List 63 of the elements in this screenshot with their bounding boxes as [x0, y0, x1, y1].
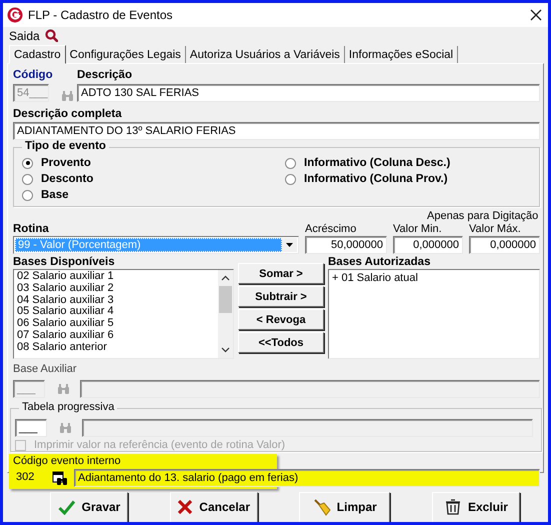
- radio-button[interactable]: [285, 174, 296, 184]
- list-item[interactable]: 05 Salario auxiliar 4: [17, 306, 215, 318]
- field-label: Valor Min.: [393, 223, 443, 236]
- group-title: Tipo de evento: [22, 140, 109, 153]
- available-bases-list[interactable]: 02 Salario auxiliar 1 03 Salario auxiliar 2 04 Salario auxiliar 3 05 Salario auxiliar 4 06 Salario auxiliar 5 07 Salario auxiliar 6 08 Salario anterior: [13, 269, 234, 359]
- radio-button[interactable]: [22, 190, 33, 200]
- list-item[interactable]: 04 Salario auxiliar 3: [17, 294, 215, 306]
- field-label: Acréscimo: [305, 223, 358, 236]
- list-label: Bases Disponíveis: [13, 256, 116, 269]
- tab[interactable]: Cadastro: [9, 45, 66, 64]
- trash-icon: [444, 498, 462, 516]
- transfer-button[interactable]: Subtrair >: [238, 286, 324, 307]
- list-item[interactable]: + 01 Salario atual: [332, 273, 536, 285]
- broom-icon: [312, 498, 331, 516]
- transfer-button[interactable]: Somar >: [238, 263, 324, 284]
- close-icon[interactable]: [530, 9, 542, 21]
- list-item[interactable]: 06 Salario auxiliar 5: [17, 318, 215, 330]
- field-label: Valor Máx.: [469, 223, 522, 236]
- x-icon: [177, 499, 194, 515]
- list-item[interactable]: 08 Salario anterior: [17, 342, 215, 354]
- full-description-field[interactable]: ADIANTAMENTO DO 13º SALARIO FERIAS: [13, 122, 540, 140]
- field-label: Base Auxiliar: [13, 363, 78, 376]
- radio-label: Desconto: [41, 173, 94, 185]
- list-item[interactable]: 03 Salario auxiliar 2: [17, 282, 215, 295]
- radio-button[interactable]: [285, 158, 296, 168]
- group-title: Tabela progressiva: [19, 401, 118, 414]
- action-button[interactable]: Limpar: [299, 492, 390, 522]
- note-text: Apenas para Digitação: [427, 210, 538, 223]
- binoculars-icon[interactable]: [52, 470, 68, 486]
- scrollbar[interactable]: [218, 270, 233, 358]
- field-label: Código: [13, 69, 54, 82]
- radio-label: Informativo (Coluna Desc.): [304, 157, 450, 169]
- radio-button[interactable]: [22, 158, 33, 168]
- radio-label: Informativo (Coluna Prov.): [304, 173, 448, 185]
- number-field[interactable]: 50,000000: [305, 236, 387, 254]
- window-title: FLP - Cadastro de Eventos: [28, 8, 174, 22]
- radio-label: Base: [41, 189, 68, 201]
- field-label: Rotina: [13, 223, 50, 236]
- field-label: Descrição completa: [13, 108, 123, 121]
- transfer-button[interactable]: < Revoga: [238, 309, 324, 330]
- action-button[interactable]: Excluir: [432, 492, 520, 522]
- radio-button[interactable]: [22, 174, 33, 184]
- app-logo-icon: [7, 7, 23, 23]
- radio-label: Provento: [41, 157, 91, 169]
- field-label: Código evento interno: [13, 455, 122, 468]
- menu-item[interactable]: Saida: [9, 28, 40, 42]
- authorized-bases-list[interactable]: + 01 Salario atual: [328, 269, 540, 359]
- field-label: Descrição: [77, 69, 133, 82]
- action-button[interactable]: Cancelar: [170, 492, 258, 522]
- code-field[interactable]: ___: [15, 419, 47, 437]
- description-field: Adiantamento do 13. salario (pago em ferias): [74, 469, 540, 487]
- list-item[interactable]: 02 Salario auxiliar 1: [17, 271, 215, 283]
- search-icon[interactable]: [44, 29, 58, 42]
- number-field[interactable]: 0,000000: [469, 236, 540, 254]
- checkbox-label: Imprimir valor na referência (evento de rotina Valor): [34, 439, 286, 452]
- code-field[interactable]: 302: [13, 469, 47, 487]
- list-item[interactable]: 07 Salario auxiliar 6: [17, 330, 215, 342]
- action-button[interactable]: Gravar: [50, 492, 128, 522]
- checkmark-icon: [58, 499, 76, 515]
- description-field[interactable]: ADTO 130 SAL FERIAS: [77, 84, 540, 102]
- transfer-button[interactable]: <<Todos: [238, 332, 324, 353]
- list-label: Bases Autorizadas: [328, 256, 432, 269]
- number-field[interactable]: 0,000000: [393, 236, 463, 254]
